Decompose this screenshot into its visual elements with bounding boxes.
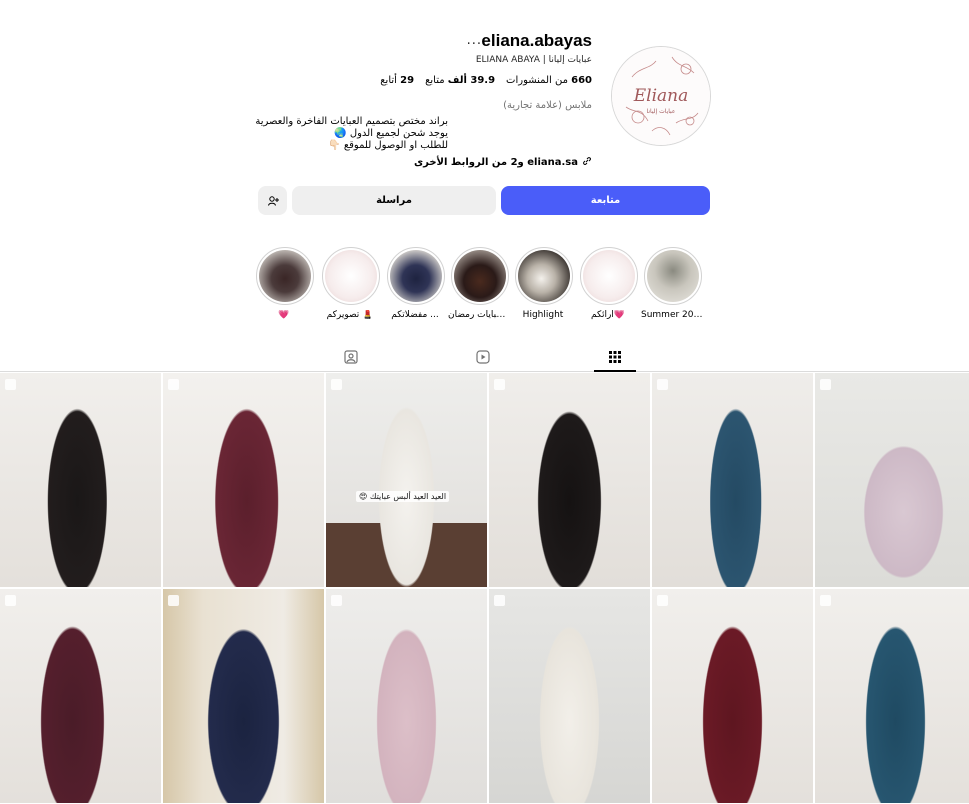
reel-icon [168,379,179,390]
add-person-icon [267,195,279,206]
highlight-item[interactable]: Summer 2026 [641,247,703,320]
active-tab-indicator [594,370,636,372]
post-thumbnail[interactable] [489,373,650,587]
follow-button[interactable]: متابعة [501,186,710,215]
reel-icon [331,595,342,606]
highlight-label: Highlight [522,310,564,320]
multi-post-icon [657,595,668,606]
reel-icon [494,379,505,390]
profile-bio: براند مختص بتصميم العبايات الفاخرة والعص… [248,116,448,152]
reel-icon [820,379,831,390]
highlight-item[interactable]: تصويركم 💄 [322,247,380,320]
highlight-item[interactable]: 💗 [256,247,314,320]
post-thumbnail[interactable] [0,373,161,587]
post-thumbnail[interactable] [163,373,324,587]
profile-stats: 660 من المنشورات 39.9 ألف متابع 29 أتابع [380,75,592,86]
post-thumbnail[interactable] [0,589,161,803]
post-thumbnail[interactable] [163,589,324,803]
post-thumbnail[interactable] [489,589,650,803]
post-thumbnail[interactable] [652,373,813,587]
tab-reels[interactable] [474,348,492,366]
post-thumbnail[interactable] [652,589,813,803]
avatar-sub-text: عبايات إليانا [647,108,676,115]
highlight-label: مفضلاتكم ... [391,310,439,320]
profile-links[interactable]: eliana.sa و2 من الروابط الأخرى [414,156,592,169]
post-thumbnail[interactable] [326,589,487,803]
tab-tagged[interactable] [342,348,360,366]
message-button[interactable]: مراسلة [292,186,496,215]
profile-avatar[interactable]: Eliana عبايات إليانا [611,46,711,146]
avatar-logo: Eliana عبايات إليانا [612,47,710,145]
bio-line: براند مختص بتصميم العبايات الفاخرة والعص… [255,116,448,127]
highlight-label: ارائكم💗 [590,310,626,320]
post-overlay-text: العيد العيد ألبس عبايتك 😍 [356,491,450,502]
link-text: eliana.sa و2 من الروابط الأخرى [413,157,578,168]
suggest-people-button[interactable] [258,186,287,215]
username: eliana.abayas [481,31,592,50]
highlight-item[interactable]: Highlight [515,247,573,320]
reel-icon [5,595,16,606]
reels-icon [476,350,490,364]
stat-posts[interactable]: 660 من المنشورات [506,75,592,86]
reel-icon [168,595,179,606]
post-thumbnail[interactable]: العيد العيد ألبس عبايتك 😍 [326,373,487,587]
highlight-item[interactable]: مفضلاتكم ... [387,247,445,320]
profile-category: ملابس (علامة تجارية) [503,100,592,111]
avatar-script-text: Eliana [633,86,689,106]
link-icon [582,156,592,169]
posts-grid: العيد العيد ألبس عبايتك 😍 [0,373,969,804]
bio-line: للطلب او الوصول للموقع 👇🏻 [328,140,448,151]
highlight-label: Summer 2026 [641,310,703,320]
reel-icon [5,379,16,390]
highlight-item[interactable]: عبايات رمضان... [448,247,510,320]
tab-posts[interactable] [606,348,624,366]
grid-icon [609,351,621,363]
stat-followers[interactable]: 39.9 ألف متابع [425,75,495,86]
highlight-label: عبايات رمضان... [448,310,510,320]
tabs-divider [0,371,969,372]
highlight-item[interactable]: ارائكم💗 [580,247,638,320]
reel-icon [331,379,342,390]
full-name: عبايات إليانا | ELIANA ABAYA [475,55,592,65]
reel-icon [657,379,668,390]
post-thumbnail[interactable] [815,589,969,803]
highlight-label: 💗 [278,310,290,320]
highlight-label: تصويركم 💄 [326,310,374,320]
stat-following[interactable]: 29 أتابع [380,75,414,86]
tagged-icon [344,350,358,364]
multi-post-icon [820,595,831,606]
post-thumbnail[interactable] [815,373,969,587]
more-options-button[interactable]: ... [467,33,482,48]
bio-line: يوجد شحن لجميع الدول 🌏 [334,128,448,139]
reel-icon [494,595,505,606]
